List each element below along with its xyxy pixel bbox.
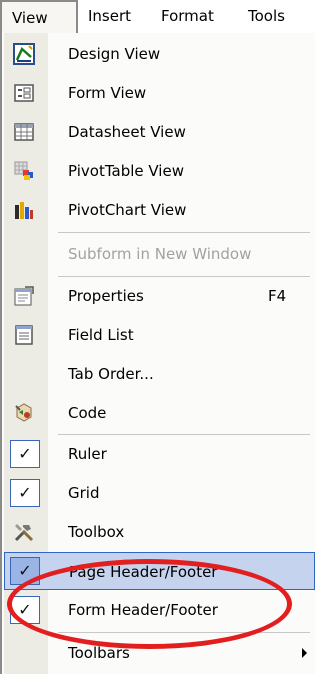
menu-item-label: Form View bbox=[68, 84, 147, 102]
menu-bar: View Insert Format Tools bbox=[0, 0, 315, 33]
menu-item-code[interactable]: Code bbox=[4, 394, 315, 432]
toolbox-icon bbox=[12, 520, 36, 544]
menu-tools[interactable]: Tools bbox=[248, 0, 285, 33]
menu-item-pivottable-view[interactable]: PivotTable View bbox=[4, 152, 315, 190]
form-header-footer-check-icon: ✓ bbox=[10, 596, 40, 624]
menu-item-ruler[interactable]: ✓ Ruler bbox=[4, 435, 315, 473]
menu-item-label: Ruler bbox=[68, 445, 107, 463]
menu-insert[interactable]: Insert bbox=[88, 0, 131, 33]
menu-item-field-list[interactable]: Field List bbox=[4, 316, 315, 354]
menu-item-page-header-footer[interactable]: ✓ Page Header/Footer bbox=[4, 552, 315, 590]
menu-item-grid[interactable]: ✓ Grid bbox=[4, 474, 315, 512]
menu-format[interactable]: Format bbox=[161, 0, 214, 33]
grid-check-icon: ✓ bbox=[10, 479, 40, 507]
menu-item-form-header-footer[interactable]: ✓ Form Header/Footer bbox=[4, 591, 315, 629]
properties-icon bbox=[12, 284, 36, 308]
menu-item-label: Form Header/Footer bbox=[68, 601, 218, 619]
menu-separator bbox=[58, 232, 310, 233]
menu-item-label: PivotChart View bbox=[68, 201, 187, 219]
menu-item-design-view[interactable]: Design View bbox=[4, 35, 315, 73]
submenu-arrow-icon bbox=[302, 648, 307, 658]
menu-view[interactable]: View bbox=[0, 0, 78, 33]
menu-item-label: Toolbox bbox=[68, 523, 125, 541]
menu-item-datasheet-view[interactable]: Datasheet View bbox=[4, 113, 315, 151]
menu-item-label: PivotTable View bbox=[68, 162, 184, 180]
menu-item-label: Page Header/Footer bbox=[69, 563, 218, 581]
menu-item-label: Tab Order... bbox=[68, 365, 154, 383]
menu-item-label: Toolbars bbox=[68, 644, 130, 662]
menu-item-label: Grid bbox=[68, 484, 100, 502]
menu-item-properties[interactable]: Properties F4 bbox=[4, 277, 315, 315]
menu-item-label: Datasheet View bbox=[68, 123, 186, 141]
datasheet-view-icon bbox=[12, 120, 36, 144]
menu-item-label: Design View bbox=[68, 45, 161, 63]
menu-item-toolbox[interactable]: Toolbox bbox=[4, 513, 315, 551]
menu-item-label: Field List bbox=[68, 326, 134, 344]
form-view-icon bbox=[12, 81, 36, 105]
properties-shortcut: F4 bbox=[268, 287, 287, 305]
menu-item-label: Subform in New Window bbox=[68, 245, 252, 263]
menu-item-label: Properties bbox=[68, 287, 144, 305]
menu-item-label: Code bbox=[68, 404, 107, 422]
menu-item-subform-new-window: Subform in New Window bbox=[4, 235, 315, 273]
code-icon bbox=[12, 401, 36, 425]
menu-separator bbox=[58, 632, 310, 633]
menu-item-pivotchart-view[interactable]: PivotChart View bbox=[4, 191, 315, 229]
design-view-icon bbox=[12, 42, 36, 66]
page-header-footer-check-icon: ✓ bbox=[10, 557, 40, 585]
view-dropdown-menu: Design View Form View Datasheet View Piv… bbox=[0, 33, 315, 674]
ruler-check-icon: ✓ bbox=[10, 440, 40, 468]
menu-item-tab-order[interactable]: Tab Order... bbox=[4, 355, 315, 393]
pivotchart-view-icon bbox=[12, 198, 36, 222]
menu-item-form-view[interactable]: Form View bbox=[4, 74, 315, 112]
menu-item-toolbars[interactable]: Toolbars bbox=[4, 634, 315, 672]
field-list-icon bbox=[12, 323, 36, 347]
pivottable-view-icon bbox=[12, 159, 36, 183]
